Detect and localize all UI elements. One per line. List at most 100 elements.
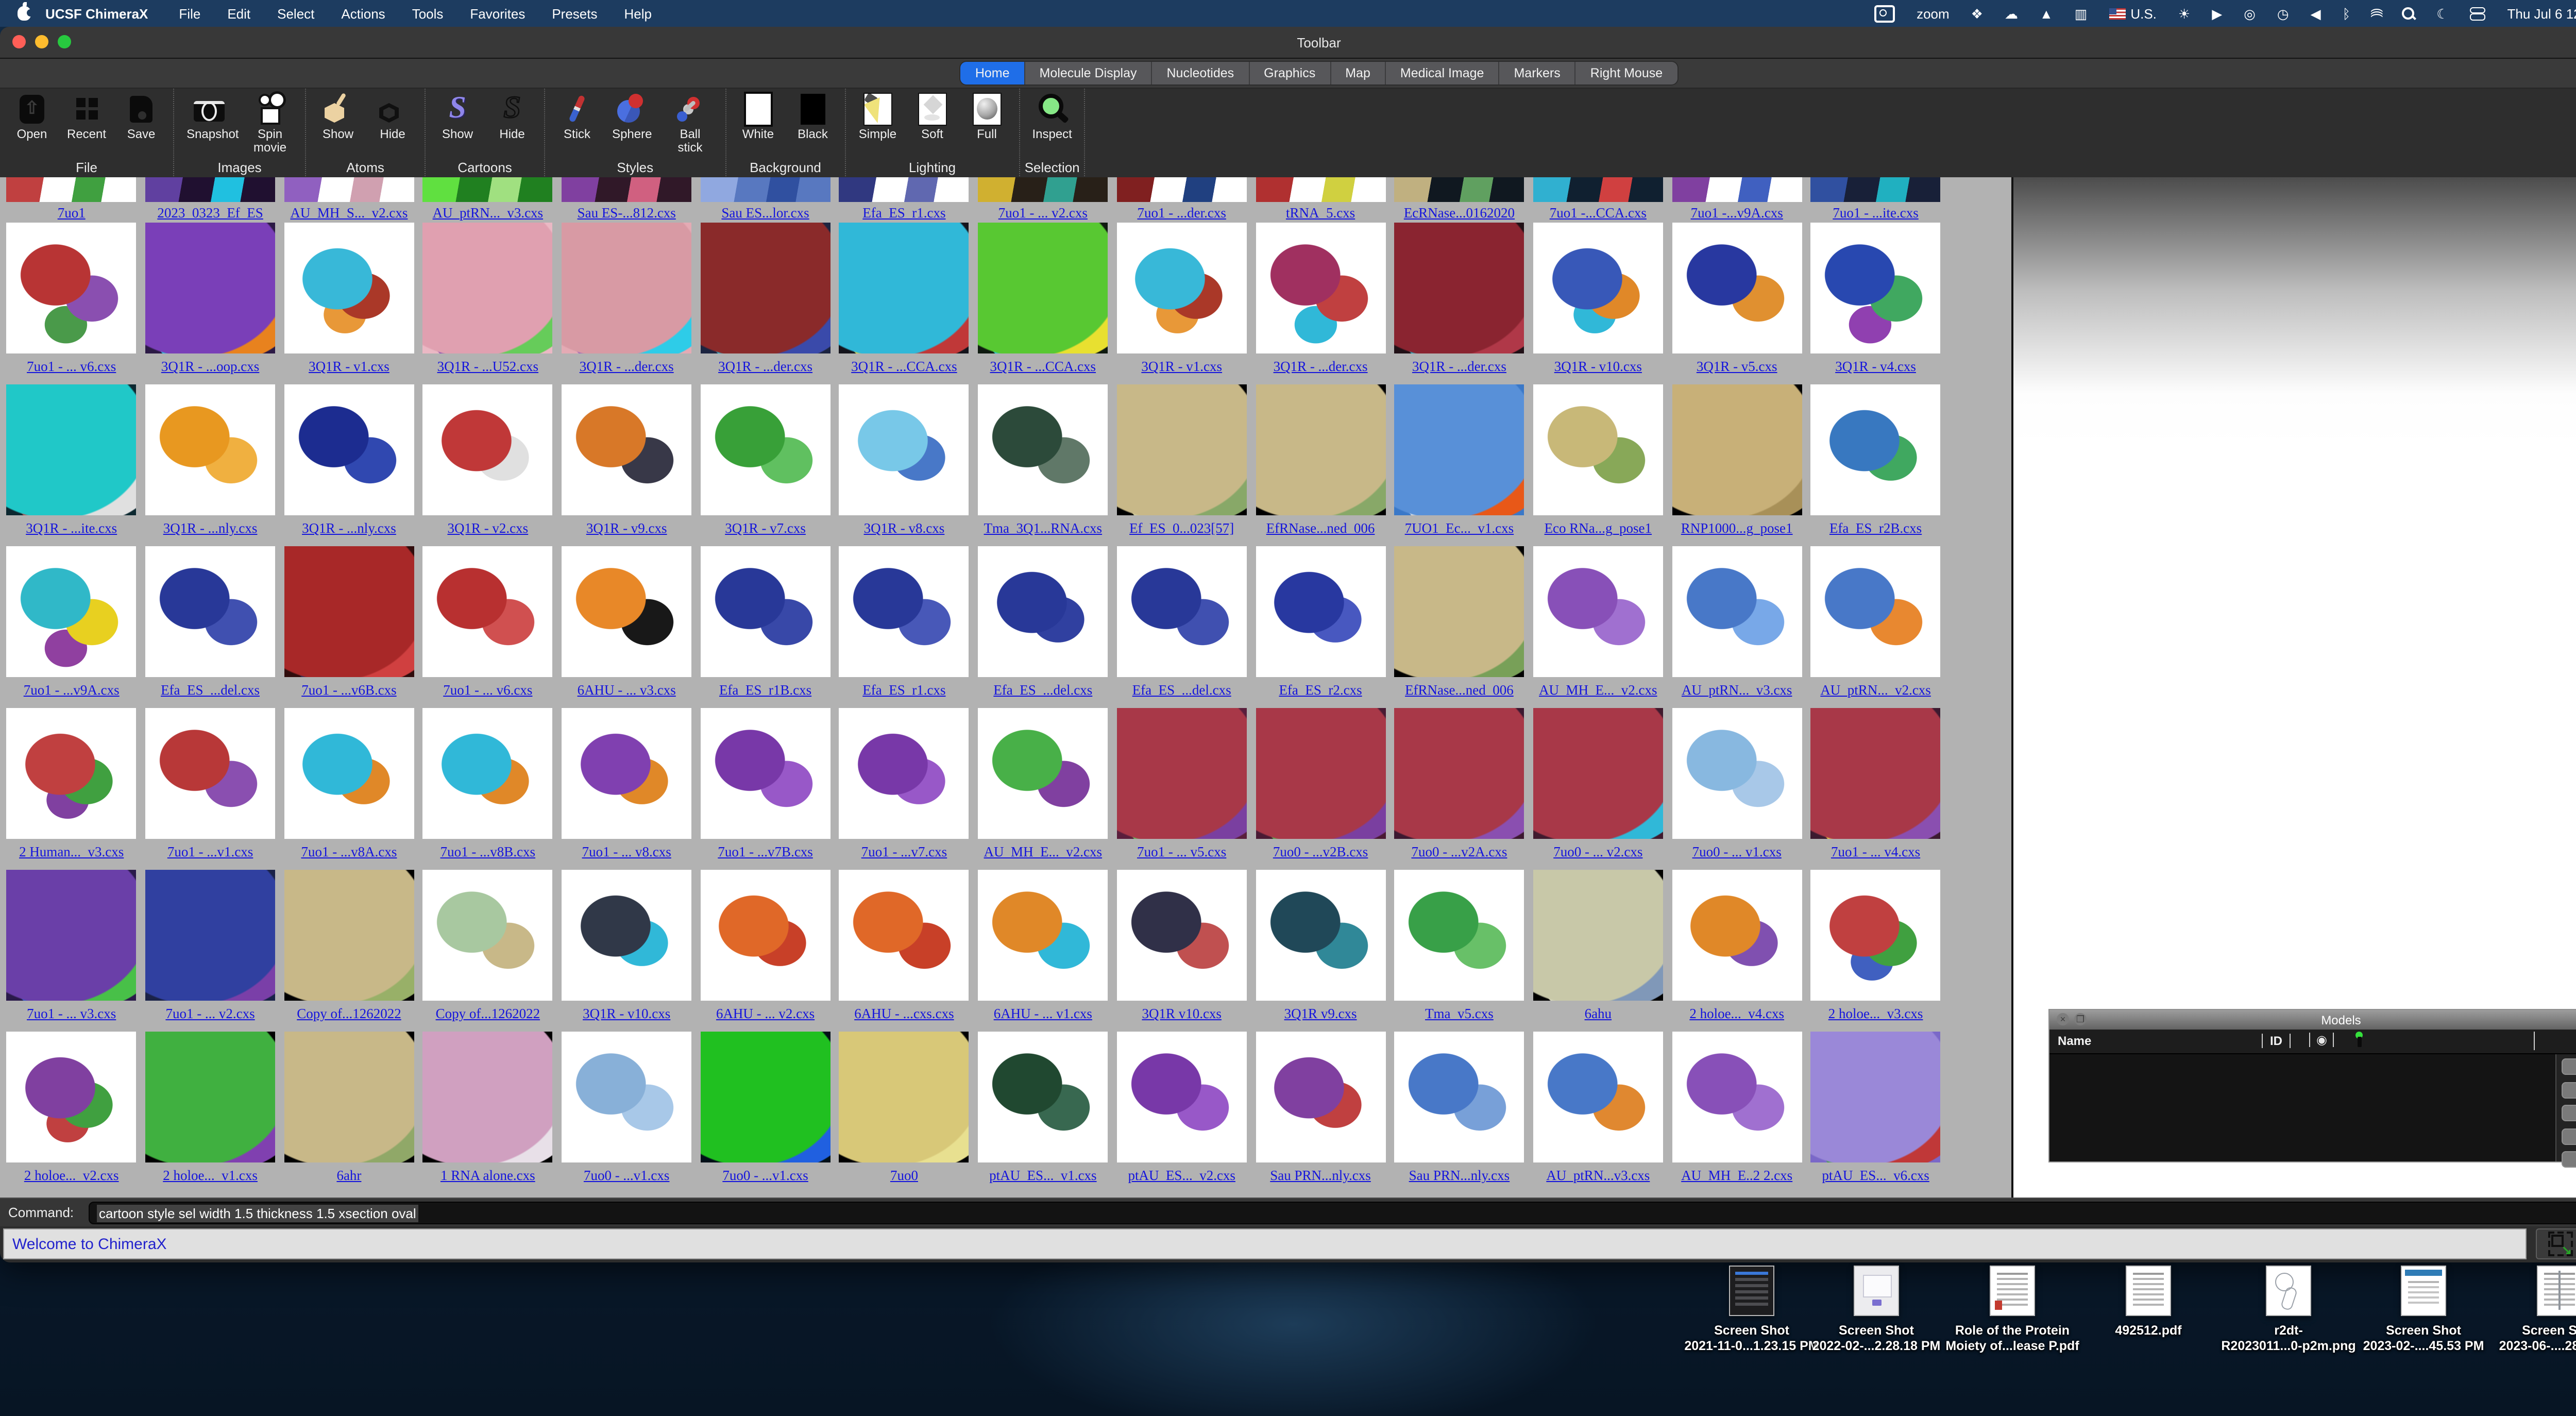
file-link[interactable]: AU_MH_E..2 2.cxs [1681,1168,1792,1184]
file-thumbnail[interactable] [978,870,1108,1001]
file-thumbnail[interactable] [1256,708,1385,839]
file-thumbnail[interactable] [978,177,1108,202]
tab-molecule-display[interactable]: Molecule Display [1025,62,1153,85]
file-link[interactable]: 7uo1 -...v9A.cxs [1691,205,1783,222]
file-thumbnail[interactable] [1256,384,1385,515]
file-thumbnail[interactable] [1533,546,1663,677]
file-thumbnail[interactable] [562,384,691,515]
file-link[interactable]: 7uo1 - ...ite.cxs [1833,205,1919,222]
file-thumbnail[interactable] [284,1032,414,1162]
file-thumbnail[interactable] [1672,708,1802,839]
file-thumbnail[interactable] [1672,384,1802,515]
file-thumbnail[interactable] [1811,384,1941,515]
file-link[interactable]: 3Q1R - ...der.cxs [1274,359,1368,375]
file-link[interactable]: 1 RNA alone.cxs [440,1168,535,1184]
file-thumbnail[interactable] [1811,708,1941,839]
file-thumbnail[interactable] [423,1032,553,1162]
models-view-button[interactable]: View [2562,1128,2576,1144]
cloud-icon[interactable]: ☁ [2005,7,2018,20]
file-thumbnail[interactable] [1811,223,1941,353]
file-thumbnail[interactable] [1394,1032,1524,1162]
file-thumbnail[interactable] [7,177,137,202]
file-thumbnail[interactable] [839,223,969,353]
file-link[interactable]: 6AHU - ... v2.cxs [716,1006,815,1022]
models-column-id[interactable]: ID [2262,1034,2291,1048]
file-link[interactable]: AU_ptRN..._v3.cxs [433,205,544,222]
models-select-pointer-icon[interactable] [2354,1032,2364,1047]
file-thumbnail[interactable] [145,1032,275,1162]
file-save-button[interactable]: Save [122,94,161,141]
tab-home[interactable]: Home [961,62,1025,85]
file-thumbnail[interactable] [423,223,553,353]
images-snapshot-button[interactable]: Snapshot [187,94,232,141]
menu-item-tools[interactable]: Tools [412,6,444,21]
file-link[interactable]: 7uo1 - ... v5.cxs [1137,844,1226,861]
models-column-name[interactable]: Name [2058,1034,2091,1048]
zoom-window-button[interactable] [58,35,71,48]
close-window-button[interactable] [12,35,26,48]
file-thumbnail[interactable] [7,708,137,839]
bluetooth-icon[interactable]: ᛒ [2343,7,2351,20]
file-thumbnail[interactable] [145,177,275,202]
file-thumbnail[interactable] [562,870,691,1001]
file-thumbnail[interactable] [1394,870,1524,1001]
file-link[interactable]: AU_MH_E..._v2.cxs [984,844,1103,861]
desktop-icon-screen-shot-2021-11-0-1-23-15-pm[interactable]: Screen Shot2021-11-0...1.23.15 PM [1682,1266,1822,1354]
file-link[interactable]: Efa_ES_r1B.cxs [719,682,811,699]
file-thumbnail[interactable] [1811,870,1941,1001]
cartoons-hide-button[interactable]: SHide [493,94,532,141]
file-link[interactable]: 7uo1 - ... v6.cxs [443,682,532,699]
file-link[interactable]: 2 holoe..._v3.cxs [1828,1006,1923,1022]
file-link[interactable]: Tma_v5.cxs [1425,1006,1494,1022]
file-link[interactable]: 3Q1R - ...U52.cxs [437,359,539,375]
file-link[interactable]: 3Q1R - ...der.cxs [1412,359,1506,375]
tab-markers[interactable]: Markers [1499,62,1575,85]
file-link[interactable]: 6ahr [336,1168,361,1184]
file-thumbnail[interactable] [1672,223,1802,353]
file-link[interactable]: 3Q1R - v10.cxs [583,1006,670,1022]
file-thumbnail[interactable] [1672,546,1802,677]
file-thumbnail[interactable] [1394,546,1524,677]
playback-icon[interactable]: ▶ [2212,7,2222,20]
file-thumbnail[interactable] [562,223,691,353]
tab-map[interactable]: Map [1331,62,1386,85]
file-link[interactable]: 7uo0 [890,1168,918,1184]
file-link[interactable]: Efa_ES_r1.cxs [862,205,945,222]
file-link[interactable]: ptAU_ES..._v2.cxs [1128,1168,1235,1184]
file-link[interactable]: 7uo0 - ...v2A.cxs [1411,844,1507,861]
menu-item-presets[interactable]: Presets [552,6,597,21]
file-link[interactable]: Efa_ES_...del.cxs [1132,682,1231,699]
tab-nucleotides[interactable]: Nucleotides [1153,62,1250,85]
file-link[interactable]: Copy of...1262022 [297,1006,401,1022]
file-link[interactable]: Ef_ES_0...023[57] [1129,520,1234,537]
command-input[interactable]: cartoon style sel width 1.5 thickness 1.… [89,1202,2576,1224]
file-thumbnail[interactable] [701,177,831,202]
file-thumbnail[interactable] [1672,870,1802,1001]
file-thumbnail[interactable] [1533,177,1663,202]
background-black-button[interactable]: Black [793,94,832,141]
file-thumbnail[interactable] [1394,223,1524,353]
file-thumbnail[interactable] [284,177,414,202]
file-link[interactable]: 7uo1 - ... v2.cxs [998,205,1088,222]
file-link[interactable]: 3Q1R - v10.cxs [1554,359,1642,375]
styles-ball-stick-button[interactable]: Ball stick [667,94,713,154]
file-thumbnail[interactable] [978,384,1108,515]
file-thumbnail[interactable] [562,1032,691,1162]
file-link[interactable]: 3Q1R - v2.cxs [447,520,528,537]
file-thumbnail[interactable] [978,1032,1108,1162]
tab-right-mouse[interactable]: Right Mouse [1576,62,1677,85]
file-thumbnail[interactable] [701,223,831,353]
time-machine-icon[interactable]: ◷ [2277,7,2289,20]
file-link[interactable]: Efa_ES_r1.cxs [862,682,945,699]
file-thumbnail[interactable] [7,870,137,1001]
file-thumbnail[interactable] [562,177,691,202]
desktop-icon-screen-shot-2022-02-2-28-18-pm[interactable]: Screen Shot2022-02-...2.28.18 PM [1806,1266,1946,1354]
file-link[interactable]: 2 holoe..._v1.cxs [163,1168,258,1184]
file-thumbnail[interactable] [978,546,1108,677]
file-link[interactable]: 7uo0 - ... v2.cxs [1553,844,1642,861]
file-thumbnail[interactable] [145,870,275,1001]
file-thumbnail[interactable] [1811,1032,1941,1162]
file-thumbnail[interactable] [145,223,275,353]
file-thumbnail[interactable] [1256,546,1385,677]
file-thumbnail[interactable] [7,384,137,515]
